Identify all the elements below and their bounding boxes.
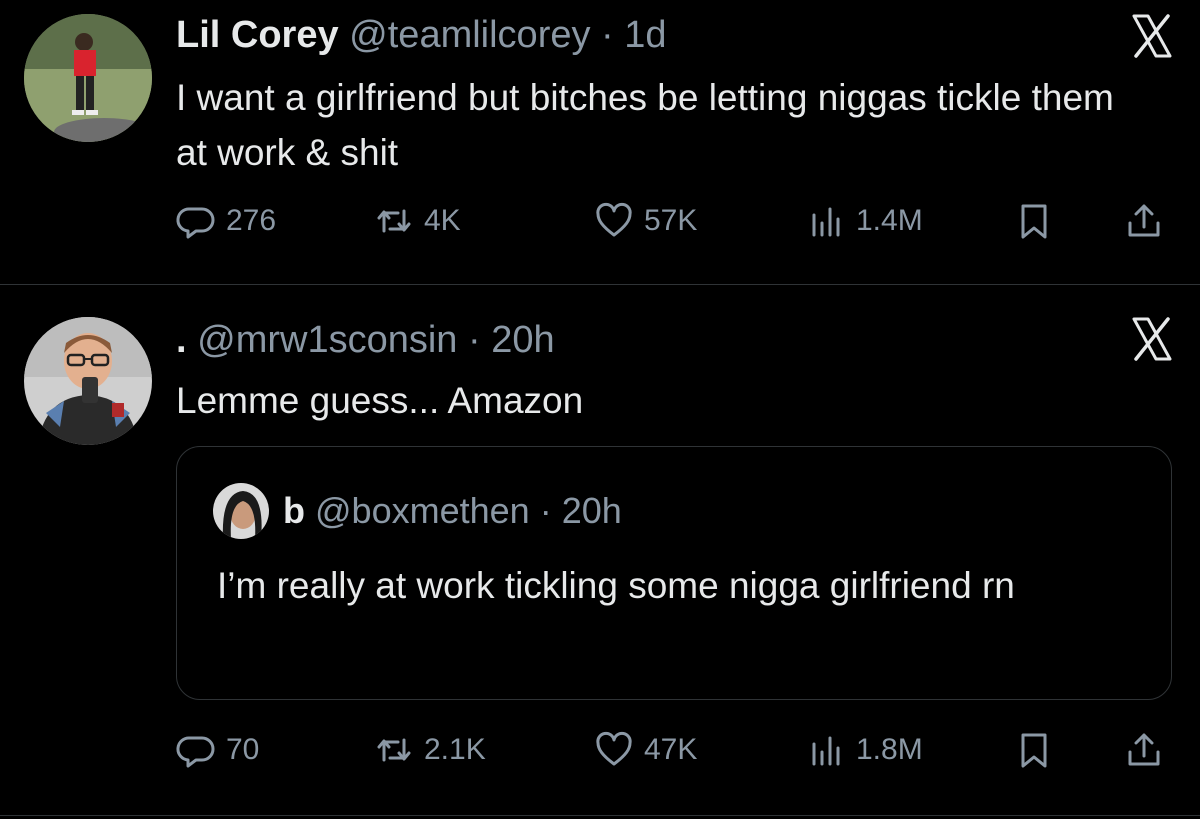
display-name[interactable]: b: [283, 490, 305, 531]
separator-dot: ·: [539, 490, 552, 531]
heart-icon: [596, 731, 632, 766]
retweet-button[interactable]: 2.1K: [374, 725, 486, 775]
quoted-tweet[interactable]: b @boxmethen · 20h I’m really at work ti…: [176, 446, 1172, 700]
like-count: 57K: [644, 204, 698, 237]
reply-count: 276: [226, 204, 277, 237]
share-icon: [1128, 733, 1160, 766]
quoted-tweet-text: I’m really at work tickling some nigga g…: [217, 565, 1015, 606]
username-handle[interactable]: @mrw1sconsin: [197, 319, 457, 361]
action-bar: 276 4K 57K 1.4M: [176, 196, 1176, 246]
timestamp[interactable]: 20h: [562, 490, 622, 531]
views-icon: [812, 207, 840, 237]
tweet-text: I want a girlfriend but bitches be letti…: [176, 77, 1114, 173]
views-button[interactable]: 1.8M: [806, 725, 923, 775]
avatar[interactable]: [24, 14, 152, 142]
share-button[interactable]: [1124, 725, 1164, 775]
reply-button[interactable]: 276: [176, 196, 276, 246]
retweet-count: 2.1K: [424, 733, 486, 766]
like-button[interactable]: 57K: [594, 196, 697, 246]
action-bar: 70 2.1K 47K 1.8M: [176, 725, 1176, 775]
avatar[interactable]: [213, 483, 269, 539]
bookmark-button[interactable]: [1014, 725, 1054, 775]
view-count: 1.8M: [856, 733, 923, 766]
quoted-tweet-header: b @boxmethen · 20h: [283, 493, 622, 529]
username-handle[interactable]: @boxmethen: [315, 490, 530, 531]
tweet-header: Lil Corey @teamlilcorey · 1d: [176, 16, 667, 54]
retweet-icon: [377, 209, 411, 233]
view-count: 1.4M: [856, 204, 923, 237]
tweet[interactable]: Lil Corey @teamlilcorey · 1d I want a gi…: [0, 0, 1200, 285]
display-name[interactable]: Lil Corey: [176, 14, 339, 56]
like-button[interactable]: 47K: [594, 725, 697, 775]
x-logo-icon: [1128, 315, 1176, 363]
timestamp[interactable]: 1d: [624, 14, 666, 56]
bookmark-icon: [1021, 733, 1047, 768]
reply-icon: [176, 207, 215, 239]
display-name[interactable]: .: [176, 319, 187, 361]
bookmark-icon: [1021, 204, 1047, 239]
share-button[interactable]: [1124, 196, 1164, 246]
tweet[interactable]: . @mrw1sconsin · 20h Lemme guess... Amaz…: [0, 285, 1200, 816]
views-button[interactable]: 1.4M: [806, 196, 923, 246]
heart-icon: [596, 202, 632, 237]
like-count: 47K: [644, 733, 698, 766]
reply-button[interactable]: 70: [176, 725, 259, 775]
views-icon: [812, 736, 840, 766]
bookmark-button[interactable]: [1014, 196, 1054, 246]
reply-icon: [176, 736, 215, 768]
retweet-icon: [377, 738, 411, 762]
avatar[interactable]: [24, 317, 152, 445]
timestamp[interactable]: 20h: [491, 319, 554, 361]
x-logo-icon: [1128, 12, 1176, 60]
reply-count: 70: [226, 733, 260, 766]
tweet-header: . @mrw1sconsin · 20h: [176, 321, 555, 359]
retweet-count: 4K: [424, 204, 461, 237]
retweet-button[interactable]: 4K: [374, 196, 461, 246]
separator-dot: ·: [601, 14, 614, 56]
share-icon: [1128, 204, 1160, 237]
tweet-text: Lemme guess... Amazon: [176, 380, 584, 421]
username-handle[interactable]: @teamlilcorey: [349, 14, 590, 56]
separator-dot: ·: [468, 319, 481, 361]
